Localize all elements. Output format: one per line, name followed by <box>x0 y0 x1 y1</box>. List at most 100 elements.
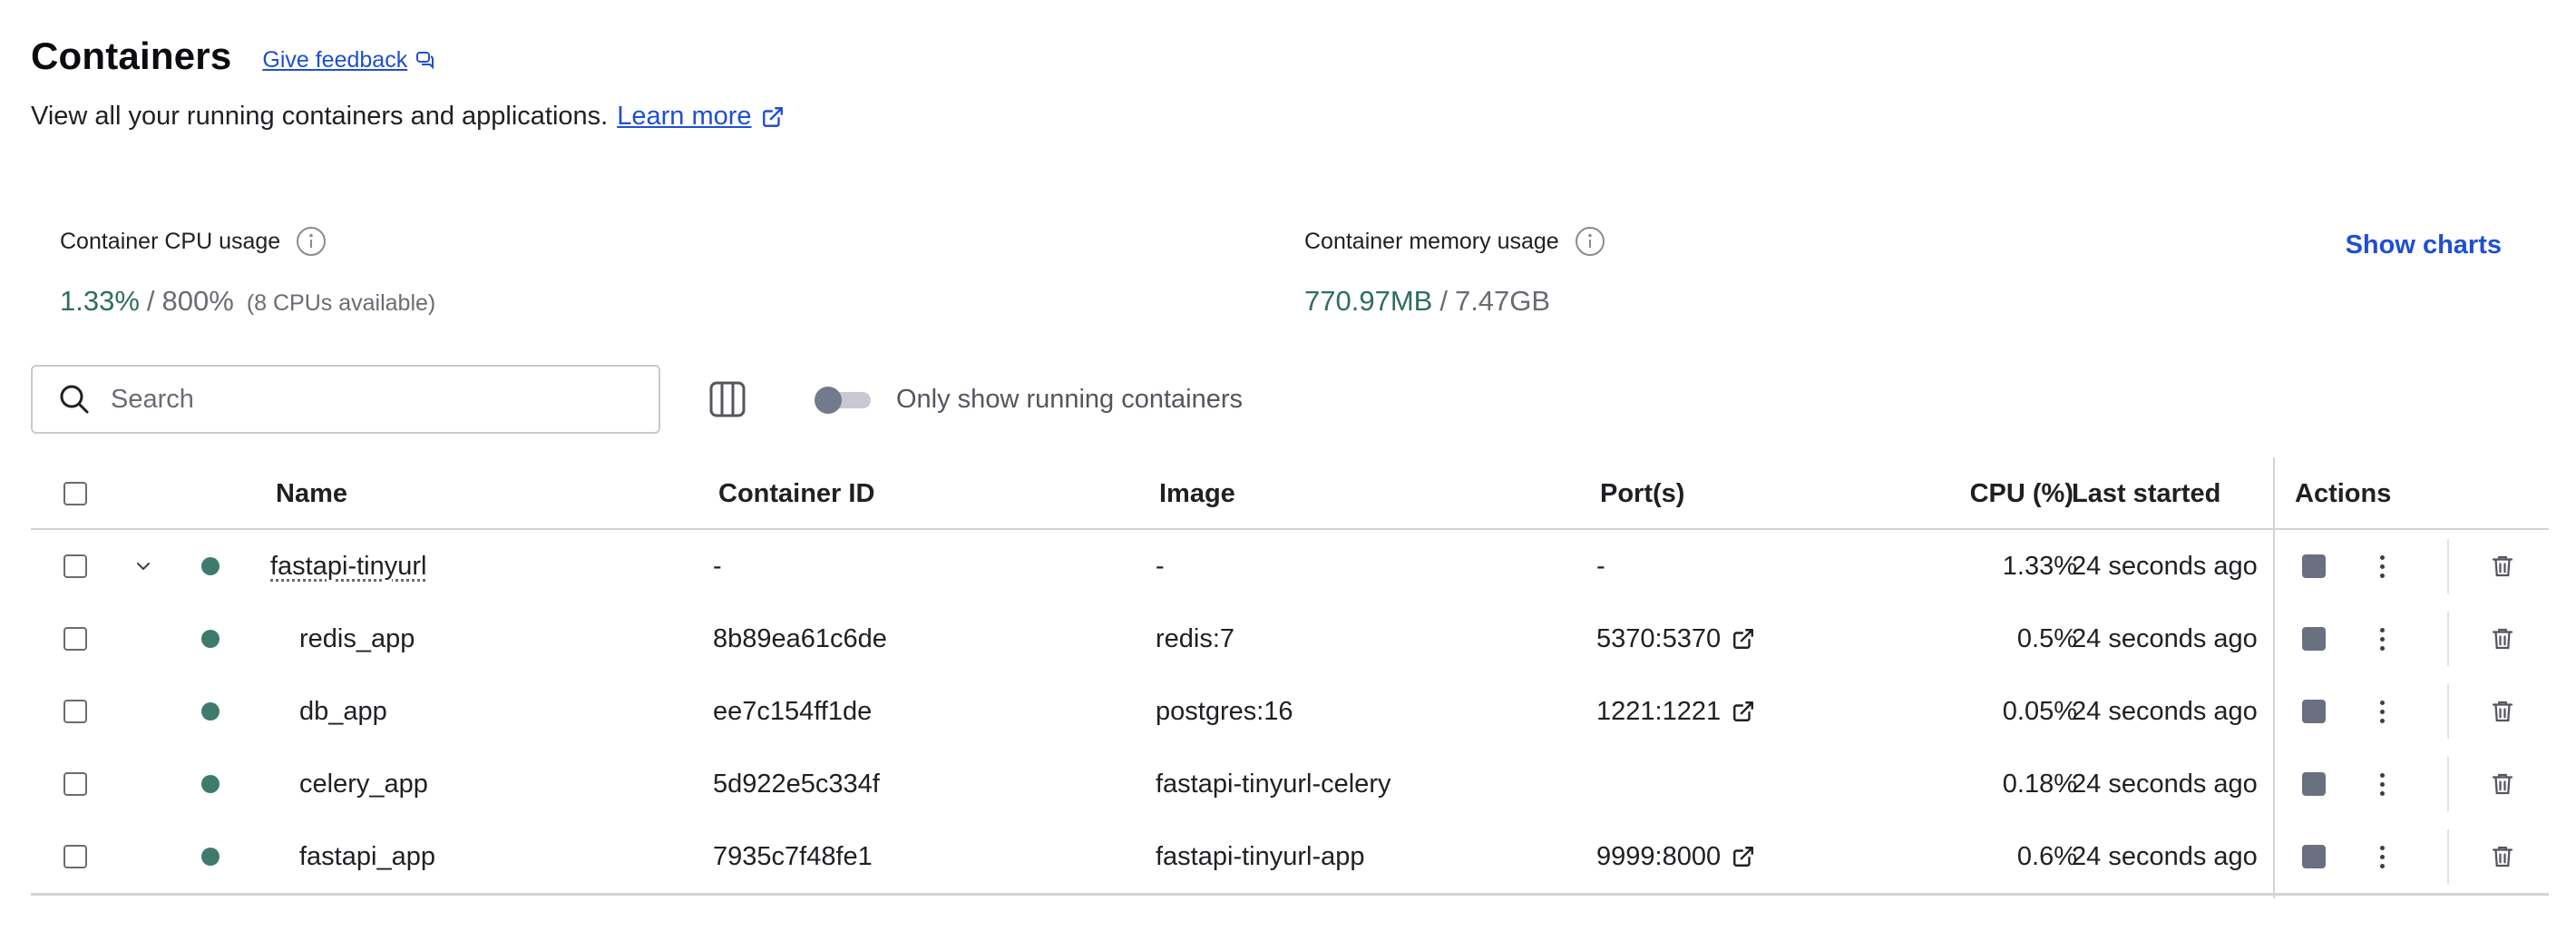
column-header-ports[interactable]: Port(s) <box>1600 457 1684 530</box>
memory-usage-value: 770.97MB / 7.47GB <box>1304 285 1606 318</box>
ports-cell: 9999:8000 <box>1596 820 1755 893</box>
actions-separator <box>2447 612 2449 666</box>
delete-cell <box>2489 530 2516 603</box>
row-select-cell <box>63 530 87 603</box>
last-started-cell: 24 seconds ago <box>2072 551 2258 581</box>
feedback-chat-icon <box>416 52 434 70</box>
more-actions-icon[interactable] <box>2371 624 2394 654</box>
cpu-cell: 0.5% <box>2016 623 2077 653</box>
row-checkbox[interactable] <box>63 554 87 578</box>
row-checkbox[interactable] <box>63 845 87 868</box>
status-cell <box>201 603 220 675</box>
actions-separator <box>2447 757 2449 811</box>
status-running-dot <box>201 557 220 575</box>
more-actions-icon[interactable] <box>2371 770 2394 799</box>
info-icon[interactable] <box>1574 225 1606 258</box>
name-cell[interactable]: celery_app <box>299 748 428 820</box>
show-charts-button[interactable]: Show charts <box>2346 230 2502 260</box>
table-row[interactable]: db_app ee7c154ff1de postgres:16 1221:122… <box>31 675 2549 748</box>
column-selector-button[interactable] <box>706 377 749 421</box>
table-row[interactable]: celery_app 5d922e5c334f fastapi-tinyurl-… <box>31 748 2549 820</box>
stop-button[interactable] <box>2302 627 2326 651</box>
status-running-dot <box>201 848 220 866</box>
delete-button[interactable] <box>2489 843 2516 870</box>
ports-cell: - <box>1596 551 1605 581</box>
stop-cell <box>2302 530 2326 603</box>
row-checkbox[interactable] <box>63 772 87 796</box>
running-only-toggle[interactable] <box>815 386 871 414</box>
table-row[interactable]: redis_app 8b89ea61c6de redis:7 5370:5370… <box>31 603 2549 675</box>
column-header-name[interactable]: Name <box>276 457 347 530</box>
trash-icon <box>2492 773 2513 795</box>
cpu-usage-label: Container CPU usage <box>60 228 281 254</box>
cpu-usage-value: 1.33% / 800% (8 CPUs available) <box>60 285 435 318</box>
memory-used: 770.97MB <box>1304 285 1433 317</box>
stop-button[interactable] <box>2302 700 2326 723</box>
search-icon <box>60 385 89 414</box>
last-started-cell: 24 seconds ago <box>2072 696 2258 726</box>
give-feedback-link[interactable]: Give feedback <box>262 47 436 74</box>
delete-button[interactable] <box>2489 553 2516 580</box>
cpu-separator: / <box>146 285 155 317</box>
info-icon[interactable] <box>295 225 327 258</box>
name-cell[interactable]: redis_app <box>299 603 415 675</box>
last-started-cell: 24 seconds ago <box>2072 841 2258 871</box>
memory-usage-label-row: Container memory usage <box>1304 225 1606 258</box>
status-cell <box>201 530 220 603</box>
status-cell <box>201 820 220 893</box>
subtitle-text: View all your running containers and app… <box>31 102 609 131</box>
more-actions-icon[interactable] <box>2371 842 2394 872</box>
actions-separator <box>2447 684 2449 739</box>
trash-icon <box>2492 701 2513 722</box>
trash-icon <box>2492 628 2513 650</box>
container-id-cell: ee7c154ff1de <box>713 696 873 726</box>
column-header-last-started[interactable]: Last started <box>2072 457 2220 530</box>
learn-more-link[interactable]: Learn more <box>617 102 784 132</box>
container-name-link[interactable]: fastapi-tinyurl <box>270 552 426 582</box>
stop-button[interactable] <box>2302 772 2326 796</box>
status-running-dot <box>201 775 220 793</box>
name-cell: fastapi-tinyurl <box>270 530 426 603</box>
give-feedback-label: Give feedback <box>262 46 408 73</box>
delete-button[interactable] <box>2489 698 2516 725</box>
last-started-cell: 24 seconds ago <box>2072 769 2258 799</box>
search-input[interactable] <box>111 384 619 415</box>
row-checkbox[interactable] <box>63 700 87 723</box>
memory-separator: / <box>1439 285 1448 317</box>
table-row[interactable]: fastapi-tinyurl - - - 1.33% 24 seconds a… <box>31 530 2549 603</box>
delete-button[interactable] <box>2489 625 2516 652</box>
last-started-cell: 24 seconds ago <box>2072 623 2258 653</box>
stop-cell <box>2302 675 2326 748</box>
table-row[interactable]: fastapi_app 7935c7f48fe1 fastapi-tinyurl… <box>31 820 2549 893</box>
external-link-icon <box>1733 629 1754 649</box>
expand-toggle[interactable] <box>132 530 154 603</box>
select-all-checkbox[interactable] <box>63 482 87 505</box>
port-mapping: 1221:1221 <box>1596 696 1722 726</box>
stop-button[interactable] <box>2302 845 2326 868</box>
external-link-icon <box>762 106 783 127</box>
cpu-usage-stat: Container CPU usage 1.33% / 800% (8 CPUs… <box>60 225 435 318</box>
port-link[interactable]: 1221:1221 <box>1596 697 1755 727</box>
stop-cell <box>2302 820 2326 893</box>
trash-icon <box>2492 846 2513 868</box>
stop-cell <box>2302 748 2326 820</box>
delete-button[interactable] <box>2489 770 2516 798</box>
name-cell[interactable]: fastapi_app <box>299 820 435 893</box>
more-actions-cell <box>2371 603 2394 675</box>
name-cell[interactable]: db_app <box>299 675 387 748</box>
column-header-image[interactable]: Image <box>1159 457 1235 530</box>
column-header-cpu[interactable]: CPU (%) <box>1881 457 2073 530</box>
ports-cell: 5370:5370 <box>1596 603 1755 675</box>
ports-cell: 1221:1221 <box>1596 675 1755 748</box>
stop-button[interactable] <box>2302 554 2326 578</box>
row-checkbox[interactable] <box>63 627 87 651</box>
chevron-down-icon <box>137 563 150 570</box>
more-actions-icon[interactable] <box>2371 552 2394 582</box>
column-header-container-id[interactable]: Container ID <box>718 457 874 530</box>
status-cell <box>201 748 220 820</box>
image-cell: fastapi-tinyurl-celery <box>1156 769 1391 799</box>
search-box[interactable] <box>31 365 660 434</box>
port-link[interactable]: 9999:8000 <box>1596 842 1755 872</box>
port-link[interactable]: 5370:5370 <box>1596 624 1755 654</box>
more-actions-icon[interactable] <box>2371 697 2394 727</box>
